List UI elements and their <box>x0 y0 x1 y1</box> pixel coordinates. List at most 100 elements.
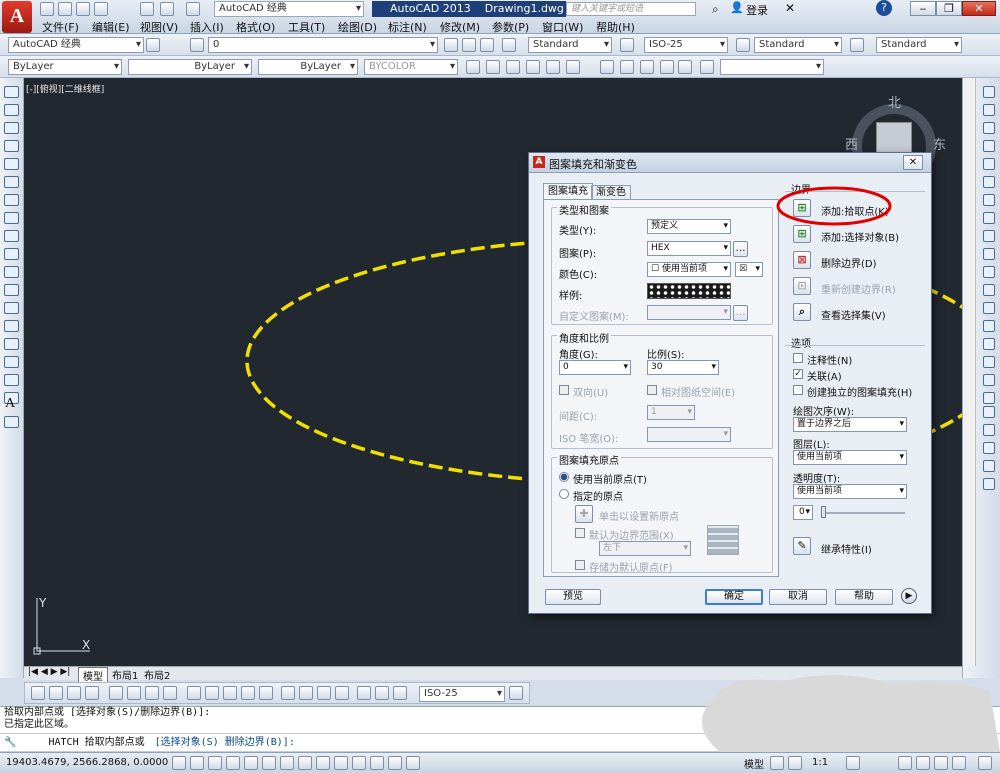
undo-icon[interactable] <box>160 2 174 16</box>
hardware-accel-icon[interactable] <box>952 756 966 770</box>
3d-view-icon-6[interactable] <box>566 60 580 74</box>
custom-pattern-select[interactable] <box>647 305 731 320</box>
mirror-icon[interactable] <box>983 122 995 134</box>
relpaper-checkbox[interactable] <box>647 385 657 395</box>
dim-diameter-icon[interactable] <box>145 686 159 700</box>
add-selected-icon[interactable] <box>4 416 19 428</box>
mtext-icon[interactable]: A <box>5 396 15 412</box>
chamfer-icon[interactable] <box>983 338 995 350</box>
3d-view-icon-10[interactable] <box>660 60 674 74</box>
minimize-button[interactable]: ‒ <box>910 1 936 16</box>
clean-screen-icon[interactable] <box>978 756 992 770</box>
mleader-style-icon[interactable] <box>850 38 864 52</box>
menu-draw[interactable]: 绘图(D) <box>338 19 377 35</box>
copy-icon[interactable] <box>983 104 995 116</box>
add-select-objects-icon[interactable]: ⊞ <box>793 225 811 243</box>
join-icon[interactable] <box>983 320 995 332</box>
compass-north[interactable]: 北 <box>888 92 901 111</box>
dim-angular-icon[interactable] <box>163 686 177 700</box>
3d-view-icon-9[interactable] <box>640 60 654 74</box>
trim-icon[interactable] <box>983 248 995 260</box>
scale-icon[interactable] <box>983 212 995 224</box>
draworder-icon-2[interactable] <box>983 424 995 436</box>
blend-icon[interactable] <box>983 374 995 386</box>
annotation-scale[interactable]: 1:1 <box>812 757 828 768</box>
fillet-icon[interactable] <box>983 356 995 368</box>
wrench-icon[interactable]: 🔧 <box>4 737 16 748</box>
inherit-properties-button[interactable]: 继承特性(I) <box>821 541 872 556</box>
command-prompt-options[interactable]: [选择对象(S) 删除边界(B)]: <box>155 737 295 748</box>
dialog-title-bar[interactable]: A 图案填充和渐变色 ✕ <box>529 153 931 173</box>
scale-select[interactable]: 30 <box>647 360 719 375</box>
camera-icon[interactable] <box>678 60 692 74</box>
hatch-layer-select[interactable]: 使用当前项 <box>793 450 907 465</box>
otrack-icon[interactable] <box>298 756 312 770</box>
add-select-objects-button[interactable]: 添加:选择对象(B) <box>821 229 899 244</box>
annotative-checkbox[interactable] <box>793 353 803 363</box>
remove-boundaries-icon[interactable]: ⊠ <box>793 251 811 269</box>
grid-icon[interactable] <box>208 756 222 770</box>
menu-dimension[interactable]: 标注(N) <box>388 19 427 35</box>
menu-edit[interactable]: 编辑(E) <box>92 19 130 35</box>
origin-specified-radio[interactable] <box>559 489 569 499</box>
layer-state-icon[interactable] <box>480 38 494 52</box>
redo-icon[interactable] <box>186 2 200 16</box>
center-mark-icon[interactable] <box>299 686 313 700</box>
polyline-icon[interactable] <box>4 122 19 134</box>
compass-west[interactable]: 西 <box>845 134 858 153</box>
dim-space-icon[interactable] <box>241 686 255 700</box>
menu-tools[interactable]: 工具(T) <box>288 19 325 35</box>
ortho-icon[interactable] <box>226 756 240 770</box>
more-options-icon[interactable]: ▶ <box>901 588 917 604</box>
3d-view-icon-7[interactable] <box>600 60 614 74</box>
3d-view-icon-3[interactable] <box>506 60 520 74</box>
separate-hatches-checkbox[interactable] <box>793 385 803 395</box>
inherit-properties-icon[interactable]: ✎ <box>793 537 811 555</box>
dim-text-edit-icon[interactable] <box>375 686 389 700</box>
region-icon[interactable] <box>4 374 19 386</box>
rectangle-icon[interactable] <box>4 158 19 170</box>
workspace-settings-icon[interactable] <box>146 38 160 52</box>
model-space-button[interactable]: 模型 <box>744 756 764 771</box>
lineweight-select[interactable]: ByLayer <box>258 59 358 75</box>
menu-insert[interactable]: 插入(I) <box>190 19 224 35</box>
ellipse-arc-icon[interactable] <box>4 266 19 278</box>
construction-line-icon[interactable] <box>4 104 19 116</box>
transparency-value-field[interactable]: 0 <box>793 505 813 520</box>
right-scrollbar[interactable] <box>964 78 976 666</box>
print-icon[interactable] <box>140 2 154 16</box>
draworder-icon-5[interactable] <box>983 478 995 490</box>
gradient-icon[interactable] <box>4 356 19 368</box>
dim-linear-icon[interactable] <box>31 686 45 700</box>
arc-icon[interactable] <box>4 176 19 188</box>
color-select[interactable]: ☐ 使用当前项 <box>647 262 731 277</box>
inspect-icon[interactable] <box>317 686 331 700</box>
help-icon[interactable]: ? <box>876 0 892 16</box>
dim-baseline-icon[interactable] <box>205 686 219 700</box>
plotstyle-select[interactable]: BYCOLOR <box>364 59 458 75</box>
table-style-icon[interactable] <box>736 38 750 52</box>
hatch-icon[interactable] <box>4 338 19 350</box>
dim-style-manager-icon[interactable] <box>509 686 523 700</box>
menu-view[interactable]: 视图(V) <box>140 19 178 35</box>
angle-select[interactable]: 0 <box>559 360 631 375</box>
ducs-icon[interactable] <box>316 756 330 770</box>
make-block-icon[interactable] <box>4 302 19 314</box>
dim-jogged-icon[interactable] <box>127 686 141 700</box>
menu-help[interactable]: 帮助(H) <box>596 19 635 35</box>
break-at-point-icon[interactable] <box>983 284 995 296</box>
iso-pen-select[interactable] <box>647 427 731 442</box>
login-link[interactable]: 登录 <box>746 2 768 18</box>
workspace-switch-icon[interactable] <box>898 756 912 770</box>
tab-nav-icon[interactable]: |◀ ◀ ▶ ▶| <box>28 667 70 677</box>
table-style-select[interactable]: Standard <box>754 37 842 53</box>
insert-block-icon[interactable] <box>4 284 19 296</box>
dim-style-combo[interactable]: ISO-25 <box>419 686 505 702</box>
lwt-icon[interactable] <box>352 756 366 770</box>
ellipse-icon[interactable] <box>4 248 19 260</box>
3d-view-icon-5[interactable] <box>546 60 560 74</box>
view-selections-icon[interactable]: ⌕ <box>793 303 811 321</box>
pattern-browse-button[interactable]: … <box>733 241 748 257</box>
workspace-quick-select[interactable]: AutoCAD 经典 <box>214 1 364 17</box>
dim-ordinate-icon[interactable] <box>85 686 99 700</box>
